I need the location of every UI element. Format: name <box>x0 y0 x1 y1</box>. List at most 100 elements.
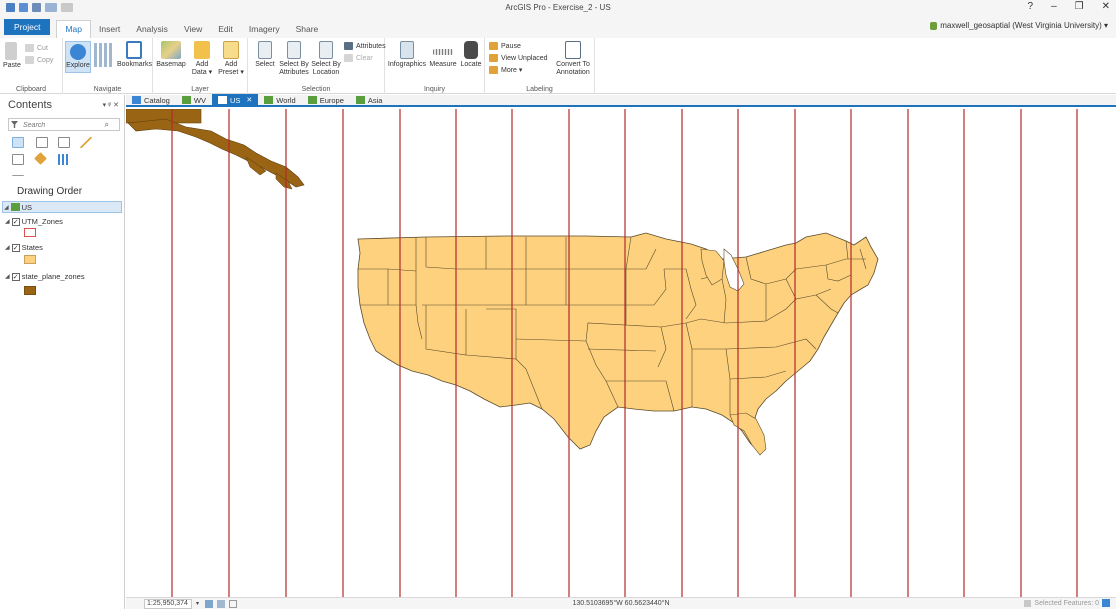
utm-zones-symbol[interactable] <box>24 228 36 237</box>
locate-button[interactable]: Locate <box>458 41 484 69</box>
basemap-label: Basemap <box>156 61 186 68</box>
tab-catalog[interactable]: Catalog <box>126 94 176 106</box>
convert-to-annotation-button[interactable]: Convert To Annotation <box>551 41 595 77</box>
minimize-button[interactable]: – <box>1051 1 1057 12</box>
states-layer[interactable] <box>357 232 879 456</box>
map-node-us[interactable]: ◢ US <box>2 201 122 213</box>
infographics-button[interactable]: Infographics <box>387 41 427 69</box>
add-preset-button[interactable]: Add Preset ▾ <box>217 41 245 77</box>
tab-analysis[interactable]: Analysis <box>128 21 176 38</box>
search-box[interactable]: ⌕ <box>8 118 120 131</box>
tab-edit[interactable]: Edit <box>210 21 241 38</box>
states-symbol[interactable] <box>24 255 36 264</box>
basemap-button[interactable]: Basemap <box>156 41 186 69</box>
expand-arrow-icon[interactable]: ◢ <box>5 273 10 280</box>
select-by-location-icon <box>319 41 333 59</box>
map-icon <box>264 96 274 104</box>
layer-states[interactable]: ◢ ✓ States <box>5 243 43 252</box>
perspective-icon[interactable] <box>12 170 24 176</box>
tab-share[interactable]: Share <box>288 21 327 38</box>
add-preset-label: Add <box>224 61 238 68</box>
measure-button[interactable]: Measure <box>429 41 457 69</box>
drawing-order-icon[interactable] <box>12 137 24 148</box>
tab-imagery[interactable]: Imagery <box>241 21 288 38</box>
map-svg[interactable] <box>126 109 1116 597</box>
navigation-tools[interactable] <box>94 43 114 67</box>
charts-icon[interactable] <box>58 154 70 165</box>
select-by-location-button[interactable]: Select By Location <box>310 41 342 77</box>
locate-label: Locate <box>460 61 482 68</box>
layer-utm-zones[interactable]: ◢ ✓ UTM_Zones <box>5 217 63 226</box>
user-account[interactable]: maxwell_geosaptial (West Virginia Univer… <box>930 21 1108 30</box>
tab-europe[interactable]: Europe <box>302 94 350 106</box>
expand-arrow-icon[interactable]: ◢ <box>5 218 10 225</box>
annotation-icon <box>565 41 581 59</box>
selection-icon[interactable] <box>58 137 70 148</box>
tab-view[interactable]: View <box>176 21 210 38</box>
close-button[interactable]: ✕ <box>1102 1 1110 12</box>
inquiry-group-label: Inquiry <box>423 86 445 93</box>
navigate-group: Explore Bookmarks Navigate <box>63 38 153 94</box>
collapse-arrow-icon[interactable]: ◢ <box>4 204 9 211</box>
selected-features[interactable]: Selected Features: 0 <box>1024 599 1110 607</box>
map-name-label: US <box>21 202 33 212</box>
select-by-location-label-2: Location <box>312 69 340 76</box>
tab-map[interactable]: Map <box>56 20 92 38</box>
layer-visibility-checkbox[interactable]: ✓ <box>11 272 20 281</box>
utm-zone-lines[interactable] <box>171 109 1078 597</box>
tab-label: WV <box>193 95 206 105</box>
pause-icon <box>489 42 498 50</box>
pane-controls[interactable]: ▾ ᵠ ✕ <box>103 101 119 109</box>
infographics-icon <box>400 41 414 59</box>
add-data-label-2: Data ▾ <box>191 69 213 76</box>
map-canvas[interactable] <box>126 109 1116 597</box>
expand-arrow-icon[interactable]: ◢ <box>5 244 10 251</box>
data-source-icon[interactable] <box>36 137 48 148</box>
clipboard-group: Paste Cut Copy Clipboard <box>0 38 63 94</box>
tab-asia[interactable]: Asia <box>350 94 389 106</box>
add-data-button[interactable]: Add Data ▾ <box>189 41 215 77</box>
select-button[interactable]: Select <box>254 41 276 69</box>
maximize-button[interactable]: ❐ <box>1075 1 1084 12</box>
copy-button[interactable]: Copy <box>25 56 53 64</box>
tab-wv[interactable]: WV <box>176 94 212 106</box>
tab-us[interactable]: US ✕ <box>211 94 259 106</box>
clear-button[interactable]: Clear <box>344 54 373 62</box>
more-labeling-button[interactable]: More ▾ <box>489 66 522 74</box>
more-label: More ▾ <box>501 67 523 74</box>
state-plane-zones-symbol[interactable] <box>24 286 36 295</box>
select-by-attributes-button[interactable]: Select By Attributes <box>278 41 310 77</box>
close-icon[interactable]: ✕ <box>246 96 252 104</box>
cut-button[interactable]: Cut <box>25 44 48 52</box>
paste-button[interactable]: Paste <box>3 42 21 70</box>
explore-button[interactable]: Explore <box>65 41 91 73</box>
tab-project[interactable]: Project <box>4 18 51 35</box>
layer-group-label: Layer <box>191 86 209 93</box>
cut-label: Cut <box>37 44 48 52</box>
layer-state-plane-zones[interactable]: ◢ ✓ state_plane_zones <box>5 272 85 281</box>
labeling-icon[interactable] <box>34 152 47 165</box>
snapping-icon[interactable] <box>12 154 24 165</box>
editing-icon[interactable] <box>80 137 92 148</box>
help-button[interactable]: ? <box>1028 1 1034 12</box>
attributes-button[interactable]: Attributes <box>344 42 386 50</box>
explore-label: Explore <box>66 62 90 69</box>
search-input[interactable] <box>9 120 93 131</box>
selection-group-label: Selection <box>301 86 331 93</box>
layer-visibility-checkbox[interactable]: ✓ <box>11 243 20 252</box>
map-view-tabs: Catalog WV US ✕ World Europe Asia <box>126 94 1116 107</box>
view-unplaced-button[interactable]: View Unplaced <box>489 54 548 62</box>
selection-group: Select Select By Attributes Select By Lo… <box>248 38 386 94</box>
search-icon[interactable]: ⌕ <box>105 120 109 130</box>
layer-name: UTM_Zones <box>21 217 63 226</box>
bookmarks-button[interactable]: Bookmarks <box>117 41 152 69</box>
tab-label: World <box>276 95 296 105</box>
refresh-icon[interactable] <box>1102 599 1110 607</box>
explore-icon <box>70 44 86 60</box>
layer-name: States <box>21 243 43 252</box>
layer-visibility-checkbox[interactable]: ✓ <box>11 217 20 226</box>
pause-labeling-button[interactable]: Pause <box>489 42 521 50</box>
tab-world[interactable]: World <box>258 94 301 106</box>
alaska-state-plane-zones[interactable] <box>126 109 305 190</box>
tab-insert[interactable]: Insert <box>91 21 128 38</box>
